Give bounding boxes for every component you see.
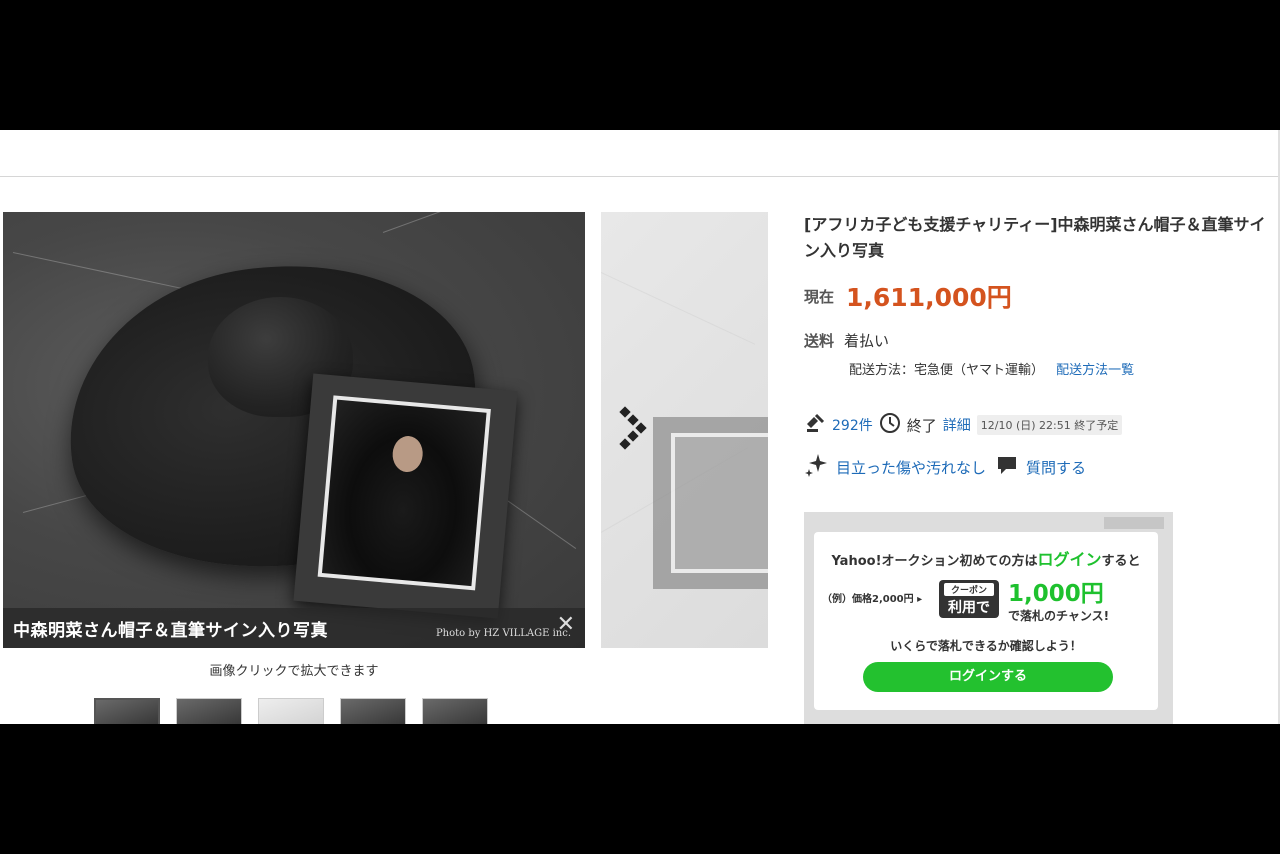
next-photo-picture [675,437,768,569]
end-date: 12/10 (日) 22:51 終了予定 [976,415,1123,435]
main-product-image[interactable]: 中森明菜さん帽子＆直筆サイン入り写真 Photo by HZ VILLAGE i… [3,212,585,648]
current-price: 1,611,000円 [846,283,1012,312]
next-arrow-icon[interactable] [619,406,649,454]
next-image-preview[interactable] [601,212,768,648]
image-caption-bar: 中森明菜さん帽子＆直筆サイン入り写真 Photo by HZ VILLAGE i… [3,608,585,648]
price-label: 現在 [804,287,835,306]
thumbnail-5[interactable] [422,698,488,724]
photo-frame [317,395,491,591]
photo-face [391,434,425,474]
next-photo-card [653,417,768,589]
thumbnail-2[interactable] [176,698,242,724]
price-row: 現在 1,611,000円 [804,278,1274,314]
photo-credit: Photo by HZ VILLAGE inc. [435,628,571,639]
close-icon[interactable]: ✕ [557,614,575,636]
top-bar [0,130,1280,177]
shipping-row: 送料 着払い [804,330,1274,351]
signed-photo [293,373,518,619]
item-info: [アフリカ子ども支援チャリティー]中森明菜さん帽子＆直筆サイン入り写真 現在 1… [804,212,1274,724]
shipping-value: 着払い [844,332,890,350]
item-title: [アフリカ子ども支援チャリティー]中森明菜さん帽子＆直筆サイン入り写真 [804,215,1266,260]
coupon-headline-pre: Yahoo!オークション初めての方は [831,554,1038,569]
clock-icon [879,412,901,438]
coupon-amount: 1,000円 [1008,581,1104,607]
coupon-badge: クーポン 利用で [939,580,999,618]
condition-row: 目立った傷や汚れなし 質問する [804,452,1274,482]
next-photo-frame [671,433,768,573]
coupon-headline-login: ログイン [1037,550,1102,569]
photo-picture [321,399,487,587]
arrow-dot [627,414,639,426]
thumbnail-1[interactable] [94,698,160,724]
coupon-headline: Yahoo!オークション初めての方はログインすると [814,546,1158,570]
arrow-dot [635,422,647,434]
login-button[interactable]: ログインする [863,662,1113,692]
arrow-dot [619,438,631,450]
shipping-list-link[interactable]: 配送方法一覧 [1056,363,1134,378]
image-caption: 中森明菜さん帽子＆直筆サイン入り写真 [13,621,328,641]
question-link[interactable]: 質問する [1026,457,1086,478]
gavel-icon [804,412,826,438]
coupon-check-text: いくらで落札できるか確認しよう！ [890,639,1082,653]
marble-texture [382,212,585,233]
shipping-method-text: 配送方法：宅急便（ヤマト運輸） [849,363,1045,378]
page-viewport: 中森明菜さん帽子＆直筆サイン入り写真 Photo by HZ VILLAGE i… [0,130,1280,724]
condition-link[interactable]: 目立った傷や汚れなし [836,457,986,478]
detail-link[interactable]: 詳細 [943,415,971,435]
chat-icon [996,454,1020,480]
sparkle-icon [804,452,830,482]
shipping-method: 配送方法：宅急便（ヤマト運輸） 配送方法一覧 [849,359,1274,378]
bid-count[interactable]: 292件 [832,415,873,435]
coupon-badge-main: 利用で [948,600,990,616]
thumbnail-4[interactable] [340,698,406,724]
arrow-dot [619,406,631,418]
zoom-hint: 画像クリックで拡大できます [209,664,379,679]
coupon-tail: で落札のチャンス! [1008,609,1110,623]
coupon-example: （例）価格2,000円 ▸ [822,594,923,605]
marble-texture [601,272,756,345]
coupon-card: Yahoo!オークション初めての方はログインすると （例）価格2,000円 ▸ … [814,532,1158,710]
banner-decoration [1104,517,1164,529]
arrow-dot [627,430,639,442]
coupon-banner: Yahoo!オークション初めての方はログインすると （例）価格2,000円 ▸ … [804,512,1173,724]
auction-status: 終了 [906,416,937,435]
bid-status-row: 292件 終了 詳細 12/10 (日) 22:51 終了予定 [804,412,1274,438]
coupon-headline-post: すると [1101,554,1141,569]
coupon-badge-top: クーポン [944,583,994,596]
thumbnail-3[interactable] [258,698,324,724]
shipping-label: 送料 [804,332,835,350]
